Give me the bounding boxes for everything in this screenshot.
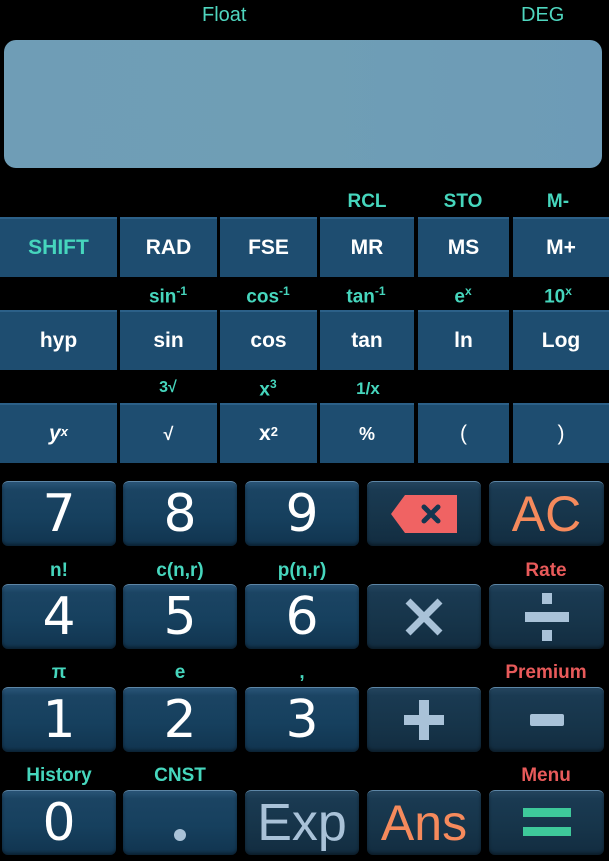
- plus-icon: [404, 700, 444, 740]
- premium-label: Premium: [505, 662, 587, 683]
- exp-e-label: ex: [454, 284, 471, 308]
- cube-label: x3: [259, 377, 276, 401]
- exp-e-label-base: e: [454, 286, 465, 308]
- square-button[interactable]: x2: [220, 403, 317, 463]
- hyp-button[interactable]: hyp: [0, 310, 117, 370]
- backspace-icon: [391, 495, 457, 533]
- arccos-label: cos-1: [246, 284, 289, 308]
- number-format-indicator: Float: [202, 4, 247, 26]
- cos-button[interactable]: cos: [220, 310, 317, 370]
- cube-label-base: x: [259, 379, 270, 401]
- comma-label: ,: [299, 662, 305, 683]
- square-button-base: x: [259, 422, 271, 445]
- multiply-button[interactable]: [367, 584, 481, 649]
- pow10-label-exp: x: [565, 284, 572, 298]
- shift-button[interactable]: SHIFT: [0, 217, 117, 277]
- ln-button[interactable]: ln: [418, 310, 509, 370]
- divide-icon: [524, 593, 569, 641]
- history-label: History: [26, 765, 92, 786]
- sto-label: STO: [443, 191, 483, 212]
- fse-button[interactable]: FSE: [220, 217, 317, 277]
- arctan-label-base: tan: [346, 286, 375, 308]
- pow10-label: 10x: [544, 284, 572, 308]
- digit-8-button[interactable]: 8: [123, 481, 237, 546]
- arcsin-label: sin-1: [149, 284, 187, 308]
- sqrt-button[interactable]: √: [120, 403, 217, 463]
- digit-6-button[interactable]: 6: [245, 584, 359, 649]
- rcl-label: RCL: [347, 191, 387, 212]
- divide-button[interactable]: [489, 584, 604, 649]
- constants-label: CNST: [154, 765, 206, 786]
- exponent-button[interactable]: Exp: [245, 790, 359, 855]
- digit-0-button[interactable]: 0: [2, 790, 116, 855]
- combination-label: c(n,r): [156, 560, 204, 581]
- digit-7-button[interactable]: 7: [2, 481, 116, 546]
- arcsin-label-exp: -1: [176, 284, 188, 298]
- digit-5-button[interactable]: 5: [123, 584, 237, 649]
- rate-label: Rate: [525, 560, 567, 581]
- arccos-label-base: cos: [246, 286, 280, 308]
- plus-button[interactable]: [367, 687, 481, 752]
- digit-9-button[interactable]: 9: [245, 481, 359, 546]
- factorial-label: n!: [50, 560, 68, 581]
- all-clear-button[interactable]: AC: [489, 481, 604, 546]
- exp-e-label-exp: x: [464, 284, 472, 298]
- arcsin-label-base: sin: [148, 286, 177, 308]
- digit-3-button[interactable]: 3: [245, 687, 359, 752]
- digit-2-button[interactable]: 2: [123, 687, 237, 752]
- equals-button[interactable]: [489, 790, 604, 855]
- left-paren-button[interactable]: (: [418, 403, 509, 463]
- percent-button[interactable]: %: [320, 403, 414, 463]
- power-button[interactable]: yx: [0, 403, 117, 463]
- m-plus-button[interactable]: M+: [513, 217, 609, 277]
- menu-label: Menu: [521, 765, 571, 786]
- permutation-label: p(n,r): [277, 560, 327, 581]
- pow10-label-base: 10: [544, 286, 566, 308]
- power-button-exp: x: [60, 423, 68, 439]
- multiply-icon: [405, 598, 443, 636]
- ms-button[interactable]: MS: [418, 217, 509, 277]
- equals-icon: [522, 808, 571, 836]
- angle-mode-indicator: DEG: [521, 4, 565, 26]
- calculator-display: [4, 40, 602, 168]
- rad-button[interactable]: RAD: [120, 217, 217, 277]
- minus-icon: [529, 714, 564, 726]
- sin-button[interactable]: sin: [120, 310, 217, 370]
- arctan-label-exp: -1: [374, 284, 386, 298]
- answer-button[interactable]: Ans: [367, 790, 481, 855]
- euler-e-label: e: [174, 662, 186, 683]
- log-button[interactable]: Log: [513, 310, 609, 370]
- mr-button[interactable]: MR: [320, 217, 414, 277]
- digit-1-button[interactable]: 1: [2, 687, 116, 752]
- cube-root-label: 3√: [159, 379, 177, 396]
- pi-label: π: [51, 662, 67, 683]
- digit-4-button[interactable]: 4: [2, 584, 116, 649]
- decimal-point-icon: [174, 829, 186, 841]
- cube-label-exp: 3: [269, 377, 277, 391]
- right-paren-button[interactable]: ): [513, 403, 609, 463]
- decimal-point-button[interactable]: [123, 790, 237, 855]
- tan-button[interactable]: tan: [320, 310, 414, 370]
- m-minus-label: M-: [546, 191, 570, 212]
- square-button-exp: 2: [270, 423, 278, 439]
- arctan-label: tan-1: [346, 284, 385, 308]
- reciprocal-label: 1/x: [356, 379, 380, 398]
- power-button-base: y: [49, 422, 61, 445]
- arccos-label-exp: -1: [279, 284, 290, 298]
- minus-button[interactable]: [489, 687, 604, 752]
- backspace-button[interactable]: [367, 481, 481, 546]
